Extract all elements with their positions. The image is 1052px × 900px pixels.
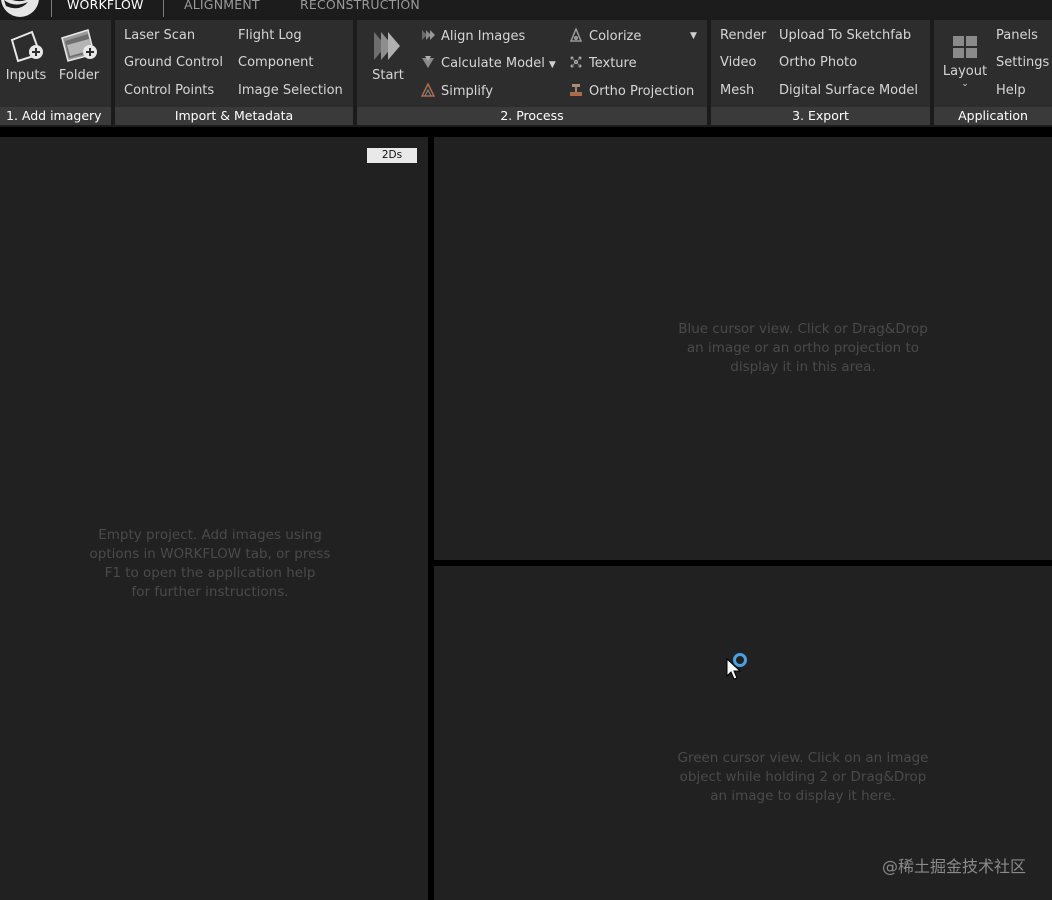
- align-images-button[interactable]: Align Images: [421, 28, 525, 45]
- panels-button[interactable]: Panels: [996, 28, 1038, 44]
- app-logo-icon: [1, 0, 39, 17]
- start-icon: [374, 32, 400, 60]
- blue-view-hint: Blue cursor view. Click or Drag&Drop an …: [628, 320, 978, 377]
- texture-label: Texture: [589, 56, 637, 71]
- ortho-photo-button[interactable]: Ortho Photo: [779, 55, 857, 71]
- texture-button[interactable]: Texture: [569, 55, 637, 72]
- group-process: Start Align Images Calculate Model ▼ Simp…: [357, 20, 707, 125]
- video-button[interactable]: Video: [720, 55, 756, 71]
- texture-icon: [570, 56, 582, 68]
- group-title-process: 2. Process: [357, 107, 707, 125]
- start-button[interactable]: Start: [367, 28, 409, 83]
- group-title-import-metadata: Import & Metadata: [115, 107, 353, 125]
- ortho-projection-button[interactable]: Ortho Projection: [569, 83, 694, 100]
- group-application: Layout ⌄ Panels Settings Help Applicatio…: [934, 20, 1052, 125]
- folder-button[interactable]: Folder: [55, 26, 103, 83]
- mesh-button[interactable]: Mesh: [720, 83, 754, 99]
- watermark: @稀土掘金技术社区: [881, 857, 1026, 876]
- settings-button[interactable]: Settings: [996, 55, 1049, 71]
- control-points-button[interactable]: Control Points: [124, 83, 214, 99]
- group-title-export: 3. Export: [711, 107, 930, 125]
- hint-line: Blue cursor view. Click or Drag&Drop: [678, 321, 928, 337]
- help-button[interactable]: Help: [996, 83, 1026, 99]
- green-view-hint: Green cursor view. Click on an image obj…: [628, 749, 978, 806]
- digital-surface-model-button[interactable]: Digital Surface Model: [779, 83, 918, 99]
- view-mode-badge[interactable]: 2Ds: [367, 148, 417, 163]
- hint-line: an image or an ortho projection to: [686, 340, 920, 356]
- green-cursor-view[interactable]: Green cursor view. Click on an image obj…: [434, 566, 1052, 900]
- hint-line: display it in this area.: [730, 359, 876, 375]
- align-images-label: Align Images: [441, 29, 526, 44]
- colorize-button[interactable]: Colorize: [569, 28, 641, 45]
- ortho-projection-icon: [570, 84, 582, 96]
- simplify-label: Simplify: [441, 84, 494, 99]
- empty-project-hint: Empty project. Add images using options …: [40, 526, 380, 602]
- flight-log-button[interactable]: Flight Log: [238, 28, 302, 44]
- left-2d-view[interactable]: 2Ds Empty project. Add images using opti…: [0, 137, 428, 900]
- upload-sketchfab-button[interactable]: Upload To Sketchfab: [779, 28, 911, 44]
- group-import-metadata: Laser Scan Ground Control Control Points…: [115, 20, 353, 125]
- mouse-cursor-icon: [726, 653, 747, 680]
- hint-line: Green cursor view. Click on an image: [677, 750, 929, 766]
- tab-bar: WORKFLOW ALIGNMENT RECONSTRUCTION: [0, 0, 1052, 17]
- ortho-projection-label: Ortho Projection: [589, 84, 695, 99]
- align-images-icon: [422, 30, 435, 40]
- component-button[interactable]: Component: [238, 55, 313, 71]
- tab-workflow[interactable]: WORKFLOW: [67, 0, 144, 12]
- tab-separator: [51, 0, 52, 17]
- add-image-icon: [10, 30, 43, 63]
- inputs-label: Inputs: [5, 68, 47, 83]
- folder-label: Folder: [58, 68, 100, 83]
- chevron-down-icon[interactable]: ▼: [690, 31, 697, 41]
- hint-line: options in WORKFLOW tab, or press: [89, 546, 331, 562]
- calculate-model-icon: [422, 56, 434, 68]
- ribbon: Inputs Folder 1. Add imagery Laser Scan …: [0, 17, 1052, 127]
- colorize-icon: [569, 28, 583, 42]
- simplify-button[interactable]: Simplify: [421, 83, 493, 100]
- hint-line: for further instructions.: [131, 584, 289, 600]
- render-button[interactable]: Render: [720, 28, 766, 44]
- colorize-label: Colorize: [589, 29, 642, 44]
- tab-separator: [163, 0, 164, 17]
- hint-line: an image to display it here.: [710, 788, 896, 804]
- group-title-add-imagery: 1. Add imagery: [0, 107, 111, 125]
- start-label: Start: [372, 68, 404, 83]
- inputs-button[interactable]: Inputs: [3, 28, 49, 83]
- laser-scan-button[interactable]: Laser Scan: [124, 28, 195, 44]
- ground-control-button[interactable]: Ground Control: [124, 55, 223, 71]
- tab-reconstruction[interactable]: RECONSTRUCTION: [300, 0, 420, 12]
- layout-label: Layout: [942, 64, 988, 79]
- group-add-imagery: Inputs Folder 1. Add imagery: [0, 20, 111, 125]
- chevron-down-icon: ⌄: [961, 79, 969, 89]
- image-selection-button[interactable]: Image Selection: [238, 83, 343, 99]
- hint-line: Empty project. Add images using: [98, 527, 322, 543]
- hint-line: F1 to open the application help: [104, 565, 316, 581]
- hint-line: object while holding 2 or Drag&Drop: [679, 769, 927, 785]
- layout-icon: [953, 36, 977, 58]
- calculate-model-button[interactable]: Calculate Model ▼: [421, 55, 556, 73]
- chevron-down-icon[interactable]: ▼: [549, 60, 556, 70]
- simplify-icon: [421, 83, 435, 97]
- tab-alignment[interactable]: ALIGNMENT: [184, 0, 260, 12]
- layout-button[interactable]: Layout ⌄: [940, 34, 990, 89]
- blue-cursor-view[interactable]: Blue cursor view. Click or Drag&Drop an …: [434, 137, 1052, 560]
- group-title-application: Application: [934, 107, 1052, 125]
- calculate-model-label: Calculate Model: [441, 56, 545, 71]
- add-folder-icon: [61, 29, 97, 62]
- group-export: Render Video Mesh Upload To Sketchfab Or…: [711, 20, 930, 125]
